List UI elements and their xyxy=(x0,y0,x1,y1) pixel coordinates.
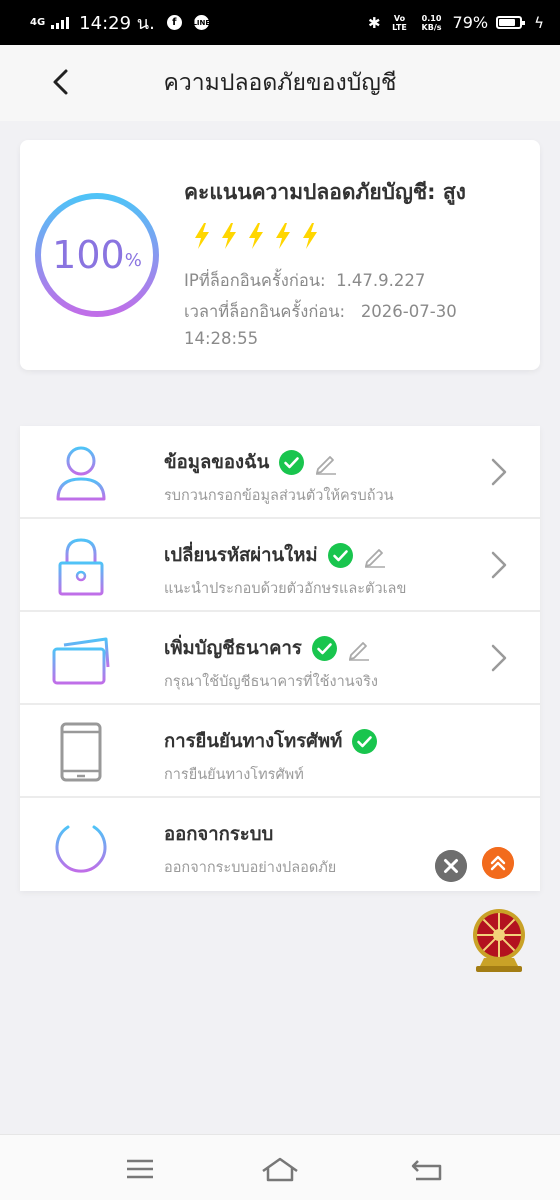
lightning-bolt-icon xyxy=(195,223,209,249)
menu-item-subtitle: กรุณาใช้บัญชีธนาคารที่ใช้งานจริง xyxy=(164,674,378,690)
phone-icon xyxy=(60,722,102,782)
menu-item-bank-account[interactable]: เพิ่มบัญชีธนาคาร กรุณาใช้บัญชีธนาคารที่ใ… xyxy=(20,612,540,705)
menu-item-phone-verification[interactable]: การยืนยันทางโทรศัพท์ การยืนยันทางโทรศัพท… xyxy=(20,705,540,798)
volte-indicator: Vo LTE xyxy=(392,13,407,32)
score-value: 100 xyxy=(52,233,125,277)
app-header: ความปลอดภัยของบัญชี xyxy=(0,45,560,121)
user-icon xyxy=(56,446,106,501)
chevron-right-icon xyxy=(491,644,507,672)
lucky-wheel-icon[interactable] xyxy=(470,906,528,974)
signal-icon xyxy=(51,16,70,29)
power-icon xyxy=(55,817,107,873)
menu-item-subtitle: การยืนยันทางโทรศัพท์ xyxy=(164,767,304,783)
verified-check-icon xyxy=(352,729,378,754)
lightning-bolt-icon xyxy=(249,223,263,249)
facebook-icon: f xyxy=(166,15,182,30)
last-login-clock: 14:28:55 xyxy=(184,329,259,348)
network-speed: 0.10 KB/s xyxy=(421,13,442,32)
menu-item-subtitle: แนะนำประกอบด้วยตัวอักษรและตัวเลข xyxy=(164,581,407,597)
score-percent-sign: % xyxy=(124,249,142,271)
menu-item-title: การยืนยันทางโทรศัพท์ xyxy=(164,731,343,752)
lightning-bolt-icon xyxy=(303,223,317,249)
close-float-button[interactable] xyxy=(435,850,467,882)
edit-pencil-icon[interactable] xyxy=(347,637,371,661)
menu-item-title: ออกจากระบบ xyxy=(164,824,274,845)
menu-item-title: เปลี่ยนรหัสผ่านใหม่ xyxy=(164,545,318,566)
menu-item-profile[interactable]: ข้อมูลของฉัน รบกวนกรอกข้อมูลส่วนตัวให้คร… xyxy=(20,426,540,519)
last-login-date-value: 2026-07-30 xyxy=(360,302,457,321)
charging-icon: ϟ xyxy=(534,13,544,32)
status-bar: 4G 14:29 น. f LINE ✱ Vo LTE 0.10 KB/s 79… xyxy=(0,0,560,45)
menu-item-change-password[interactable]: เปลี่ยนรหัสผ่านใหม่ แนะนำประกอบด้วยตัวอั… xyxy=(20,519,540,612)
menu-item-subtitle: ออกจากระบบอย่างปลอดภัย xyxy=(164,860,337,876)
last-login-ip-label: IPที่ล็อกอินครั้งก่อน: xyxy=(184,271,326,290)
account-menu: ข้อมูลของฉัน รบกวนกรอกข้อมูลส่วนตัวให้คร… xyxy=(20,426,540,891)
menu-item-title: เพิ่มบัญชีธนาคาร xyxy=(164,638,302,659)
system-nav-bar xyxy=(0,1134,560,1200)
battery-percent: 79% xyxy=(452,13,489,32)
chevron-right-icon xyxy=(491,458,507,486)
last-login-time: เวลาที่ล็อกอินครั้งก่อน: 2026-07-30 xyxy=(184,299,457,325)
verified-check-icon xyxy=(279,450,305,475)
chevron-right-icon xyxy=(491,551,507,579)
line-icon: LINE xyxy=(192,15,210,30)
page-title: ความปลอดภัยของบัญชี xyxy=(163,70,397,96)
scroll-top-button[interactable] xyxy=(482,847,514,879)
last-login-ip-value: 1.47.9.227 xyxy=(336,271,426,290)
menu-item-subtitle: รบกวนกรอกข้อมูลส่วนตัวให้ครบถ้วน xyxy=(164,488,394,504)
bluetooth-icon: ✱ xyxy=(367,13,381,32)
network-type: 4G xyxy=(30,17,46,28)
verified-check-icon xyxy=(311,636,337,661)
back-nav-icon[interactable] xyxy=(408,1154,448,1184)
back-button[interactable] xyxy=(46,67,76,97)
home-nav-icon[interactable] xyxy=(260,1154,300,1184)
menu-item-title: ข้อมูลของฉัน xyxy=(164,452,270,473)
score-title: คะแนนความปลอดภัยบัญชี: สูง xyxy=(184,180,466,204)
bank-card-icon xyxy=(52,637,110,685)
last-login-ip: IPที่ล็อกอินครั้งก่อน: 1.47.9.227 xyxy=(184,268,425,294)
lock-icon xyxy=(58,538,104,596)
lightning-bolt-icon xyxy=(276,223,290,249)
edit-pencil-icon[interactable] xyxy=(363,544,387,568)
score-percent: 100 % xyxy=(34,192,160,318)
lightning-bolt-icon xyxy=(222,223,236,249)
edit-pencil-icon[interactable] xyxy=(314,451,338,475)
menu-nav-icon[interactable] xyxy=(120,1154,160,1184)
verified-check-icon xyxy=(327,543,353,568)
security-bolts xyxy=(192,222,320,250)
last-login-time-label: เวลาที่ล็อกอินครั้งก่อน: xyxy=(184,302,346,321)
battery-icon xyxy=(496,16,526,29)
status-time: 14:29 น. xyxy=(79,13,155,34)
security-score-card: 100 % คะแนนความปลอดภัยบัญชี: สูง IPที่ล็… xyxy=(20,140,540,370)
